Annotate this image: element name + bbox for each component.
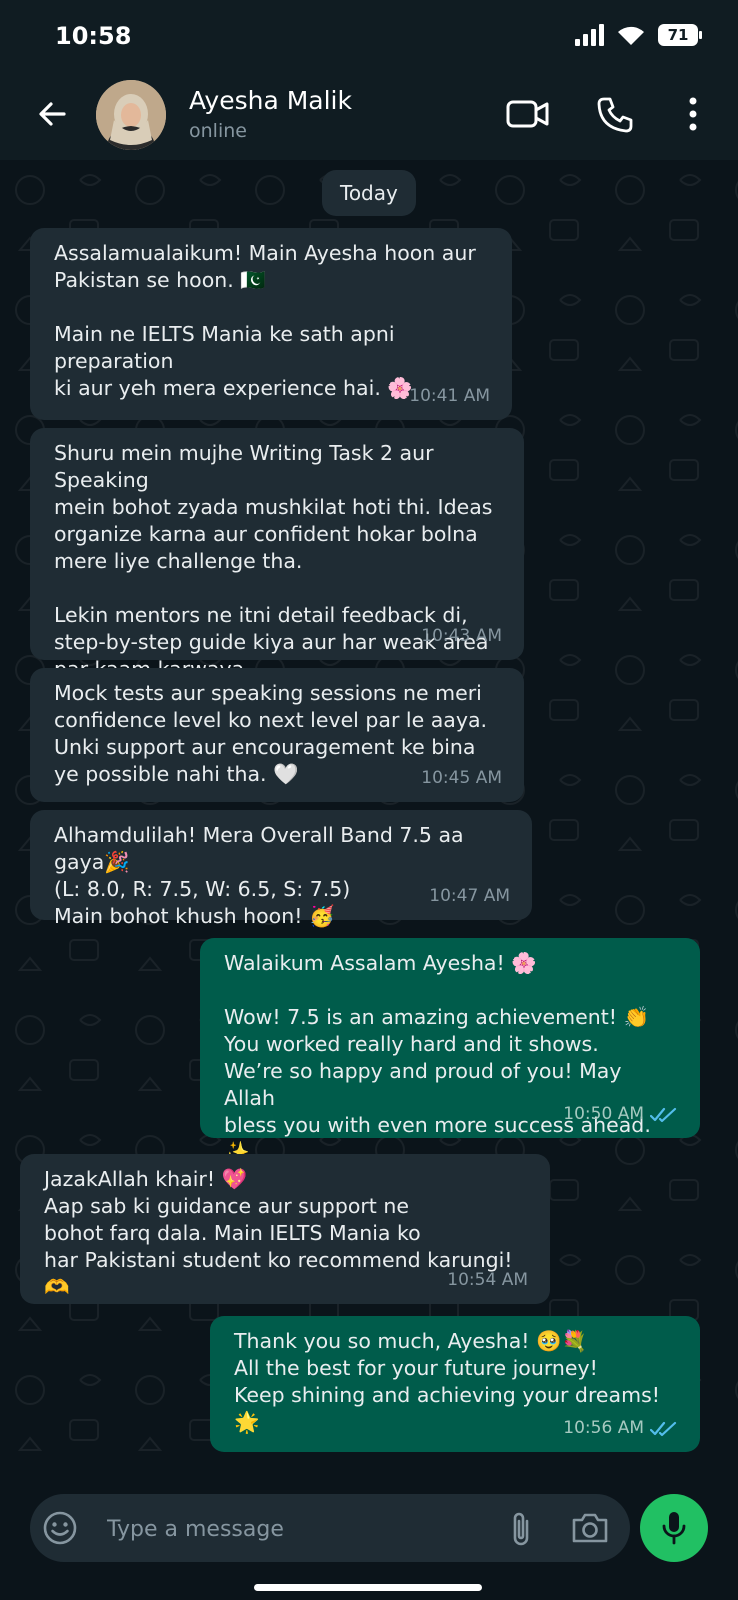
avatar[interactable] <box>96 80 166 150</box>
incoming-message[interactable]: JazakAllah khair! 💖 Aap sab ki guidance … <box>20 1154 550 1304</box>
message-time: 10:54 AM <box>447 1267 528 1294</box>
outgoing-message[interactable]: Walaikum Assalam Ayesha! 🌸 Wow! 7.5 is a… <box>200 938 700 1164</box>
camera-icon[interactable] <box>570 1510 610 1546</box>
message-time: 10:41 AM <box>409 383 490 410</box>
incoming-message[interactable]: Shuru mein mujhe Writing Task 2 aur Spea… <box>30 428 524 681</box>
outgoing-message[interactable]: Thank you so much, Ayesha! 🥹💐 All the be… <box>210 1316 700 1452</box>
voice-call-icon[interactable] <box>596 96 634 134</box>
message-text: Assalamualaikum! Main Ayesha hoon aur Pa… <box>54 241 476 400</box>
video-call-icon[interactable] <box>506 96 550 132</box>
date-divider: Today <box>322 170 416 216</box>
message-text: Walaikum Assalam Ayesha! 🌸 Wow! 7.5 is a… <box>224 951 651 1164</box>
back-arrow-icon[interactable] <box>36 98 68 130</box>
status-icons: 71 <box>574 24 702 46</box>
status-bar: 10:58 71 <box>0 0 738 76</box>
wifi-icon <box>618 26 644 45</box>
contact-status: online <box>189 120 247 142</box>
message-time-label: 10:43 AM <box>421 626 502 646</box>
message-time: 10:45 AM <box>421 765 502 792</box>
message-time-label: 10:50 AM <box>563 1104 644 1124</box>
message-time: 10:56 AM <box>563 1415 678 1442</box>
message-composer <box>30 1494 630 1564</box>
message-time-label: 10:54 AM <box>447 1270 528 1290</box>
message-time: 10:43 AM <box>421 623 502 650</box>
incoming-message[interactable]: Alhamdulilah! Mera Overall Band 7.5 aa g… <box>30 810 532 928</box>
incoming-message[interactable]: Assalamualaikum! Main Ayesha hoon aur Pa… <box>30 228 512 420</box>
message-time: 10:50 AM <box>563 1101 678 1128</box>
voice-record-button[interactable] <box>640 1494 708 1562</box>
status-time: 10:58 <box>55 22 132 50</box>
message-input[interactable] <box>105 1494 489 1564</box>
message-time-label: 10:47 AM <box>429 886 510 906</box>
signal-icon <box>575 24 604 46</box>
battery-indicator: 71 <box>658 24 702 46</box>
incoming-message[interactable]: Mock tests aur speaking sessions ne meri… <box>30 668 524 802</box>
message-time-label: 10:41 AM <box>409 386 490 406</box>
attach-icon[interactable] <box>508 1509 534 1549</box>
message-text: Alhamdulilah! Mera Overall Band 7.5 aa g… <box>54 823 464 928</box>
message-time-label: 10:45 AM <box>421 768 502 788</box>
contact-name[interactable]: Ayesha Malik <box>189 86 352 115</box>
message-time-label: 10:56 AM <box>563 1418 644 1438</box>
avatar-portrait-icon <box>96 80 166 150</box>
more-options-icon[interactable] <box>688 96 698 132</box>
double-check-icon <box>650 1107 677 1122</box>
home-indicator[interactable] <box>254 1584 482 1591</box>
double-check-icon <box>650 1421 677 1436</box>
emoji-icon[interactable] <box>42 1510 78 1546</box>
message-time: 10:47 AM <box>429 883 510 910</box>
chat-header: Ayesha Malik online <box>0 76 738 160</box>
mic-icon <box>662 1512 686 1545</box>
chat-area[interactable]: Today Assalamualaikum! Main Ayesha hoon … <box>0 160 738 1490</box>
